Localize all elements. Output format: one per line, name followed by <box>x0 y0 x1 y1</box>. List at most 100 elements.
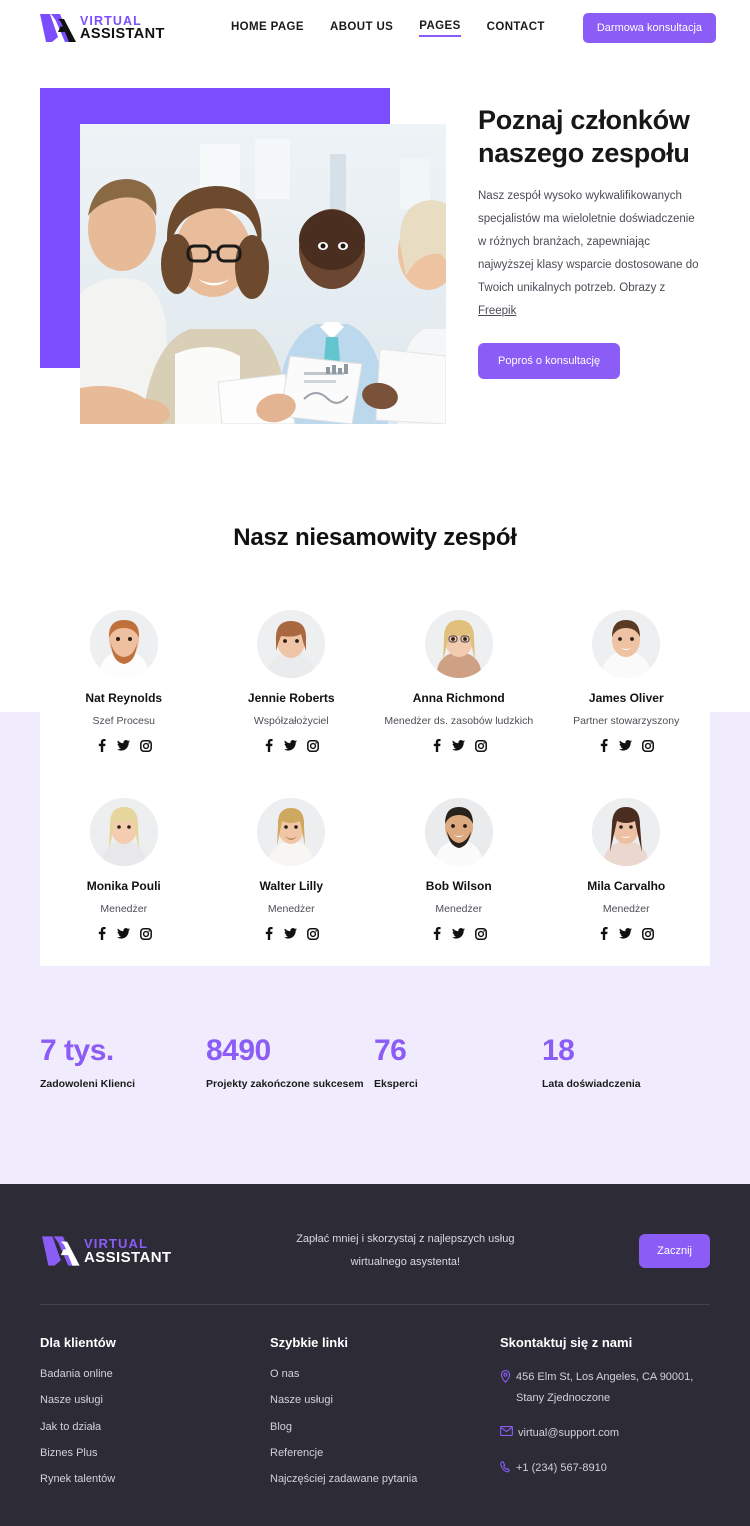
member-name: James Oliver <box>588 691 664 705</box>
team-member-card[interactable]: Monika Pouli Menedżer <box>40 798 208 941</box>
twitter-icon[interactable] <box>116 740 130 751</box>
instagram-icon[interactable] <box>474 927 487 940</box>
member-name: Jennie Roberts <box>247 691 335 705</box>
contact-phone-row[interactable]: +1 (234) 567-8910 <box>500 1458 710 1480</box>
hero-description: Nasz zespół wysoko wykwalifikowanych spe… <box>478 185 703 323</box>
member-social-links <box>263 927 320 941</box>
contact-address: 456 Elm St, Los Angeles, CA 90001, Stany… <box>516 1371 694 1404</box>
hero-title: Poznaj członków naszego zespołu <box>478 105 690 168</box>
site-header: VIRTUAL ASSISTANT HOME PAGE ABOUT US PAG… <box>0 0 750 56</box>
free-consultation-button[interactable]: Darmowa konsultacja <box>582 13 716 43</box>
team-member-card[interactable]: Nat Reynolds Szef Procesu <box>40 610 208 753</box>
envelope-icon <box>500 1423 513 1443</box>
footer-columns: Dla klientów Badania online Nasze usługi… <box>40 1305 710 1498</box>
facebook-icon[interactable] <box>96 739 107 753</box>
twitter-icon[interactable] <box>451 928 465 939</box>
stat-item: 8490 Projekty zakończone sukcesem <box>206 1034 374 1090</box>
footer-tagline: Zapłać mniej i skorzystaj z najlepszych … <box>296 1233 515 1269</box>
request-consultation-button[interactable]: Poproś o konsultację <box>478 343 621 380</box>
team-members-card: Nat Reynolds Szef Procesu Jennie Roberts… <box>40 592 711 967</box>
facebook-icon[interactable] <box>96 927 107 941</box>
team-member-card[interactable]: Mila Carvalho Menedżer <box>543 798 711 941</box>
team-member-card[interactable]: Jennie Roberts Współzałożyciel <box>208 610 376 753</box>
instagram-icon[interactable] <box>642 739 655 752</box>
member-role: Partner stowarzyszony <box>573 715 680 727</box>
footer-column-quick-links: Szybkie linki O nas Nasze usługi Blog Re… <box>270 1335 500 1498</box>
footer-link[interactable]: O nas <box>270 1367 500 1381</box>
member-role: Menedżer <box>267 903 315 916</box>
member-name: Monika Pouli <box>86 879 161 894</box>
team-member-card[interactable]: Anna Richmond Menedżer ds. zasobów ludzk… <box>375 610 543 753</box>
member-social-links <box>598 739 655 753</box>
footer-link[interactable]: Rynek talentów <box>40 1472 270 1486</box>
facebook-icon[interactable] <box>598 739 609 753</box>
get-started-button[interactable]: Zacznij <box>639 1234 710 1269</box>
facebook-icon[interactable] <box>598 927 609 941</box>
instagram-icon[interactable] <box>474 739 487 752</box>
main-navigation: HOME PAGE ABOUT US PAGES CONTACT Darmowa… <box>231 13 716 43</box>
footer-link[interactable]: Nasze usługi <box>40 1393 270 1407</box>
twitter-icon[interactable] <box>451 740 465 751</box>
member-name: Walter Lilly <box>259 879 324 894</box>
member-social-links <box>431 927 487 941</box>
stat-label: Lata doświadczenia <box>542 1078 641 1091</box>
footer-link[interactable]: Referencje <box>270 1446 500 1460</box>
team-member-card[interactable]: Walter Lilly Menedżer <box>208 798 376 941</box>
hero-section: Poznaj członków naszego zespołu Nasz zes… <box>0 56 750 456</box>
twitter-icon[interactable] <box>284 928 298 939</box>
stat-value: 76 <box>374 1034 407 1068</box>
footer-logo[interactable]: VIRTUAL ASSISTANT <box>40 1233 172 1269</box>
contact-phone: +1 (234) 567-8910 <box>516 1462 607 1475</box>
twitter-icon[interactable] <box>116 928 130 939</box>
site-logo[interactable]: VIRTUAL ASSISTANT <box>38 11 165 45</box>
site-footer: VIRTUAL ASSISTANT Zapłać mniej i skorzys… <box>0 1184 750 1526</box>
facebook-icon[interactable] <box>263 739 274 753</box>
footer-link[interactable]: Badania online <box>40 1367 270 1381</box>
location-pin-icon <box>500 1367 511 1390</box>
logo-mark-va-icon <box>40 1233 88 1269</box>
stat-item: 18 Lata doświadczenia <box>542 1034 710 1090</box>
avatar <box>424 798 493 867</box>
footer-link[interactable]: Biznes Plus <box>40 1446 270 1460</box>
avatar <box>257 798 326 867</box>
member-name: Nat Reynolds <box>85 691 163 705</box>
twitter-icon[interactable] <box>619 740 633 751</box>
footer-link[interactable]: Nasze usługi <box>270 1393 500 1407</box>
nav-item-contact[interactable]: CONTACT <box>487 21 545 36</box>
contact-email-row[interactable]: virtual@support.com <box>500 1423 710 1443</box>
team-section: Nasz niesamowity zespół Nat Reynolds Sze… <box>0 456 750 967</box>
hero-text-block: Poznaj członków naszego zespołu Nasz zes… <box>478 104 703 380</box>
footer-link[interactable]: Jak to działa <box>40 1420 270 1434</box>
member-role: Menedżer <box>602 903 650 916</box>
contact-address-row: 456 Elm St, Los Angeles, CA 90001, Stany… <box>500 1367 710 1408</box>
facebook-icon[interactable] <box>431 927 442 941</box>
member-role: Menedżer <box>435 903 483 916</box>
footer-column-for-clients: Dla klientów Badania online Nasze usługi… <box>40 1335 270 1498</box>
freepik-link[interactable]: Freepik <box>478 305 516 317</box>
member-name: Bob Wilson <box>425 879 492 894</box>
instagram-icon[interactable] <box>139 739 152 752</box>
instagram-icon[interactable] <box>139 927 152 940</box>
twitter-icon[interactable] <box>284 740 298 751</box>
footer-link[interactable]: Najczęściej zadawane pytania <box>270 1472 500 1486</box>
instagram-icon[interactable] <box>307 927 320 940</box>
instagram-icon[interactable] <box>642 927 655 940</box>
team-member-card[interactable]: James Oliver Partner stowarzyszony <box>543 610 711 753</box>
nav-item-about-us[interactable]: ABOUT US <box>330 21 393 36</box>
stat-value: 18 <box>542 1034 575 1068</box>
member-name: Mila Carvalho <box>587 879 666 894</box>
nav-item-home-page[interactable]: HOME PAGE <box>231 21 304 36</box>
footer-logo-text-bottom: ASSISTANT <box>84 1249 172 1267</box>
nav-item-pages[interactable]: PAGES <box>419 20 461 37</box>
member-name: Anna Richmond <box>412 691 505 705</box>
hero-team-photo <box>80 124 446 424</box>
team-member-card[interactable]: Bob Wilson Menedżer <box>375 798 543 941</box>
footer-link[interactable]: Blog <box>270 1420 500 1434</box>
footer-column-title: Dla klientów <box>40 1335 116 1351</box>
facebook-icon[interactable] <box>263 927 274 941</box>
instagram-icon[interactable] <box>307 739 320 752</box>
stat-label: Zadowoleni Klienci <box>40 1078 136 1091</box>
facebook-icon[interactable] <box>431 739 442 753</box>
twitter-icon[interactable] <box>619 928 633 939</box>
stat-value: 7 tys. <box>40 1034 114 1068</box>
